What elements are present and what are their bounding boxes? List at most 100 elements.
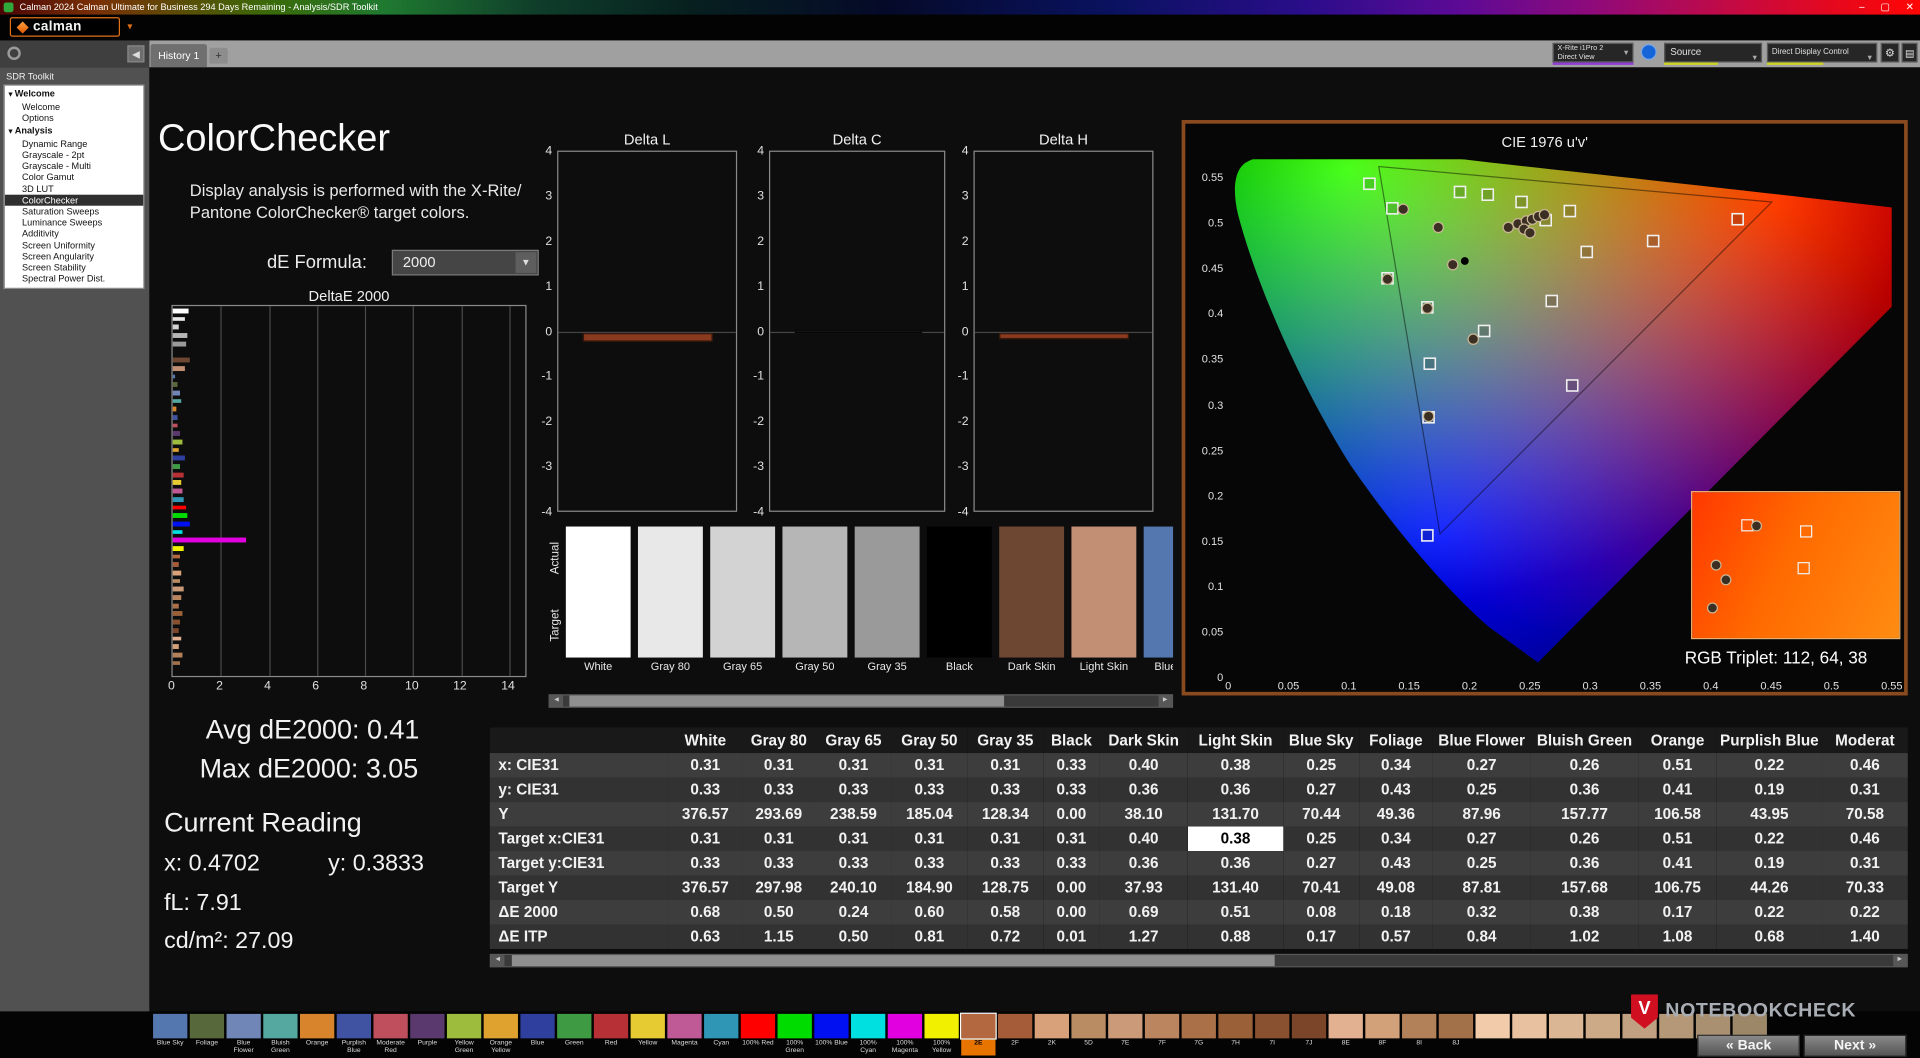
patch-100-blue[interactable]: 100% Blue bbox=[814, 1013, 849, 1056]
table-cell[interactable]: 0.33 bbox=[669, 851, 742, 875]
table-cell[interactable]: 87.96 bbox=[1433, 802, 1531, 826]
table-cell[interactable]: 0.46 bbox=[1822, 753, 1908, 777]
scroll-thumb[interactable] bbox=[569, 695, 1004, 707]
table-cell[interactable]: 376.57 bbox=[669, 876, 742, 900]
table-cell[interactable]: 0.27 bbox=[1283, 851, 1359, 875]
patch-blue-flower[interactable]: Blue Flower bbox=[226, 1013, 261, 1056]
table-cell[interactable]: 1.15 bbox=[742, 924, 815, 948]
table-cell[interactable]: 0.31 bbox=[1822, 778, 1908, 802]
table-cell[interactable]: 0.68 bbox=[669, 900, 742, 924]
table-cell[interactable]: 0.26 bbox=[1531, 753, 1639, 777]
back-button[interactable]: « Back bbox=[1697, 1034, 1801, 1057]
patch-100-green[interactable]: 100% Green bbox=[777, 1013, 812, 1056]
table-cell[interactable]: 0.50 bbox=[816, 924, 892, 948]
table-cell[interactable]: 0.19 bbox=[1717, 851, 1822, 875]
table-cell[interactable]: 0.33 bbox=[816, 851, 892, 875]
table-cell[interactable]: 0.58 bbox=[967, 900, 1043, 924]
table-cell[interactable]: 0.33 bbox=[742, 851, 815, 875]
table-cell[interactable]: 0.33 bbox=[891, 778, 967, 802]
table-cell[interactable]: 0.38 bbox=[1531, 900, 1639, 924]
sidebar-item-screen-angularity[interactable]: Screen Angularity bbox=[5, 251, 143, 262]
swatch-scrollbar[interactable]: ◄ ► bbox=[548, 694, 1174, 708]
table-scrollbar[interactable]: ◄ ► bbox=[489, 953, 1908, 968]
source-selector[interactable]: Source ▼ bbox=[1664, 42, 1763, 63]
sidebar-item-color-gamut[interactable]: Color Gamut bbox=[5, 172, 143, 183]
table-cell[interactable]: 0.33 bbox=[1043, 778, 1099, 802]
scroll-track[interactable] bbox=[504, 955, 1894, 967]
sidebar-item-saturation-sweeps[interactable]: Saturation Sweeps bbox=[5, 206, 143, 217]
table-cell[interactable]: 0.31 bbox=[669, 827, 742, 851]
minimize-button[interactable]: – bbox=[1859, 0, 1864, 15]
table-cell[interactable]: 0.51 bbox=[1638, 753, 1716, 777]
table-cell[interactable]: 0.17 bbox=[1638, 900, 1716, 924]
patch-yellow[interactable]: Yellow bbox=[630, 1013, 665, 1056]
table-cell[interactable]: 70.44 bbox=[1283, 802, 1359, 826]
table-cell[interactable]: 0.33 bbox=[669, 778, 742, 802]
patch-7j[interactable]: 7J bbox=[1291, 1013, 1327, 1056]
table-cell[interactable]: 44.26 bbox=[1717, 876, 1822, 900]
table-cell[interactable]: 0.31 bbox=[967, 753, 1043, 777]
table-cell[interactable]: 0.01 bbox=[1043, 924, 1099, 948]
patch-8j[interactable]: 8J bbox=[1438, 1013, 1474, 1056]
table-cell[interactable]: 0.27 bbox=[1433, 827, 1531, 851]
table-cell[interactable]: 0.63 bbox=[669, 924, 742, 948]
collapse-sidebar-button[interactable]: ◀ bbox=[127, 45, 145, 63]
table-cell[interactable]: 0.36 bbox=[1188, 778, 1284, 802]
table-cell[interactable]: 87.81 bbox=[1433, 876, 1531, 900]
sidebar-item-welcome[interactable]: ▾ Welcome bbox=[5, 88, 143, 102]
patch-bluish-green[interactable]: Bluish Green bbox=[263, 1013, 298, 1056]
sidebar-item-luminance-sweeps[interactable]: Luminance Sweeps bbox=[5, 217, 143, 228]
patch-2f[interactable]: 2F bbox=[997, 1013, 1033, 1056]
table-cell[interactable]: 0.81 bbox=[891, 924, 967, 948]
patch-purplish-blue[interactable]: Purplish Blue bbox=[336, 1013, 372, 1056]
table-cell[interactable]: 0.31 bbox=[669, 753, 742, 777]
table-cell[interactable]: 0.25 bbox=[1283, 753, 1359, 777]
table-cell[interactable]: 0.25 bbox=[1433, 851, 1531, 875]
calman-logo[interactable]: calman bbox=[9, 17, 121, 37]
scroll-right-icon[interactable]: ► bbox=[1893, 955, 1907, 967]
table-cell[interactable]: 0.43 bbox=[1359, 778, 1432, 802]
table-cell[interactable]: 0.33 bbox=[967, 778, 1043, 802]
table-cell[interactable]: 0.08 bbox=[1283, 900, 1359, 924]
patch-yellow-green[interactable]: Yellow Green bbox=[446, 1013, 482, 1056]
table-cell[interactable]: 0.34 bbox=[1359, 827, 1432, 851]
table-cell[interactable]: 0.36 bbox=[1188, 851, 1284, 875]
patch-8e[interactable]: 8E bbox=[1328, 1013, 1363, 1056]
table-cell[interactable]: 0.46 bbox=[1822, 827, 1908, 851]
sidebar-item-colorchecker[interactable]: ColorChecker bbox=[4, 194, 144, 206]
table-cell[interactable]: 37.93 bbox=[1100, 876, 1188, 900]
meter-profile-badge-icon[interactable] bbox=[1640, 44, 1657, 61]
table-cell[interactable]: 49.08 bbox=[1359, 876, 1432, 900]
patch-unlabeled[interactable] bbox=[1475, 1013, 1510, 1056]
table-cell[interactable]: 0.17 bbox=[1283, 924, 1359, 948]
table-cell[interactable]: 238.59 bbox=[816, 802, 892, 826]
table-cell[interactable]: 157.77 bbox=[1531, 802, 1639, 826]
table-cell[interactable]: 0.60 bbox=[891, 900, 967, 924]
table-cell[interactable]: 0.36 bbox=[1531, 851, 1639, 875]
display-control-selector[interactable]: Direct Display Control ▼ bbox=[1766, 42, 1878, 63]
settings-gear-icon[interactable]: ⚙ bbox=[1880, 42, 1900, 63]
table-cell[interactable]: 0.36 bbox=[1100, 851, 1188, 875]
patch-unlabeled[interactable] bbox=[1548, 1013, 1584, 1056]
table-cell[interactable]: 0.41 bbox=[1638, 778, 1716, 802]
scroll-left-icon[interactable]: ◄ bbox=[491, 955, 505, 967]
table-cell[interactable]: 0.18 bbox=[1359, 900, 1432, 924]
table-cell[interactable]: 131.70 bbox=[1188, 802, 1284, 826]
table-cell[interactable]: 0.50 bbox=[742, 900, 815, 924]
table-cell[interactable]: 0.36 bbox=[1531, 778, 1639, 802]
table-cell[interactable]: 0.31 bbox=[1822, 851, 1908, 875]
table-cell[interactable]: 0.00 bbox=[1043, 876, 1099, 900]
table-cell[interactable]: 106.58 bbox=[1638, 802, 1716, 826]
table-cell[interactable]: 0.31 bbox=[742, 827, 815, 851]
record-icon[interactable] bbox=[7, 46, 21, 61]
table-cell[interactable]: 0.22 bbox=[1717, 753, 1822, 777]
patch-red[interactable]: Red bbox=[593, 1013, 629, 1056]
table-cell[interactable]: 0.24 bbox=[816, 900, 892, 924]
sidebar-item-screen-uniformity[interactable]: Screen Uniformity bbox=[5, 240, 143, 251]
patch-7e[interactable]: 7E bbox=[1108, 1013, 1143, 1056]
patch-blue-sky[interactable]: Blue Sky bbox=[153, 1013, 188, 1056]
layout-panel-icon[interactable]: ▤ bbox=[1901, 42, 1918, 63]
table-cell[interactable]: 70.58 bbox=[1822, 802, 1908, 826]
table-cell[interactable]: 184.90 bbox=[891, 876, 967, 900]
table-cell[interactable]: 49.36 bbox=[1359, 802, 1432, 826]
